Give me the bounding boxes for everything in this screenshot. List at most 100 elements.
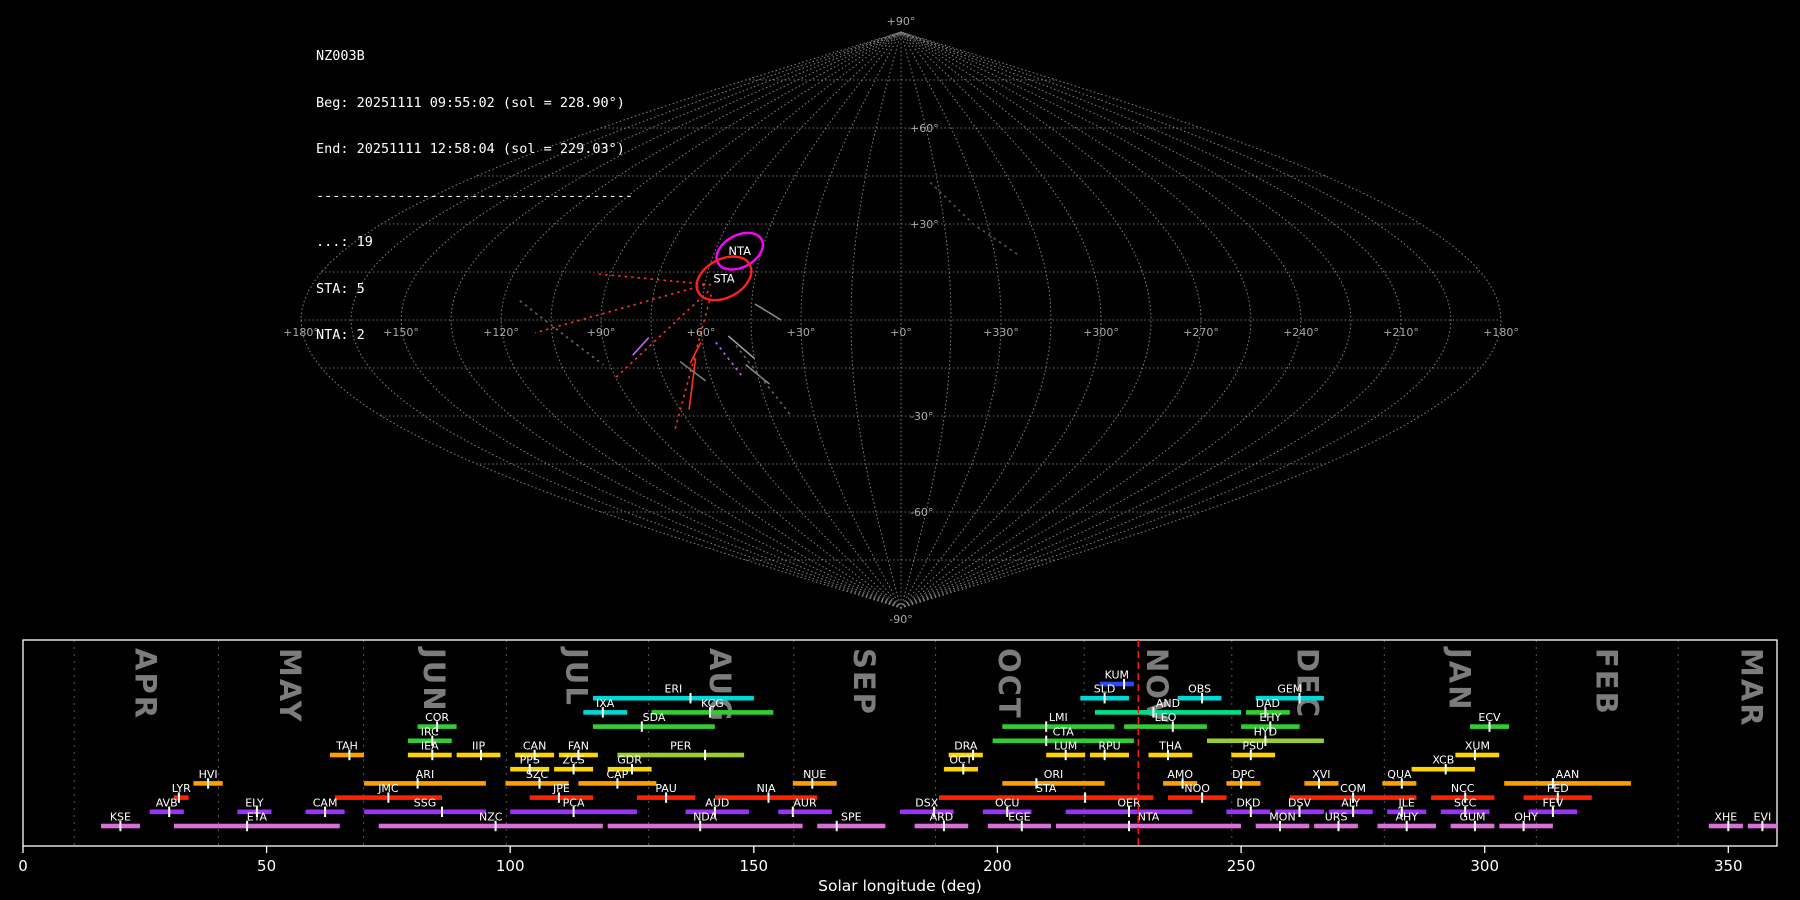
trail-line (727, 335, 755, 360)
obs-begin-line: Beg: 20251111 09:55:02 (sol = 228.90°) (316, 94, 625, 111)
x-tick-label: 150 (739, 857, 768, 875)
shower-DKD: DKD (1226, 796, 1271, 817)
shower-label: LYR (172, 782, 191, 795)
lon-label: +60° (687, 326, 716, 339)
shower-bar (1314, 823, 1358, 829)
lon-label: +240° (1283, 326, 1319, 339)
shower-label: DPC (1232, 768, 1255, 781)
shower-bar (792, 781, 837, 786)
shower-label: FAN (568, 740, 589, 753)
shower-label: NIA (757, 782, 776, 795)
peak-marker (441, 806, 443, 817)
x-tick-label: 250 (1227, 857, 1256, 875)
shower-bar (1090, 752, 1129, 758)
count-nta: NTA: 2 (316, 327, 365, 343)
shower-label: OCU (995, 796, 1019, 809)
month-label: MAY (273, 648, 307, 724)
lat-label: +60° (910, 122, 939, 135)
shower-label: IIP (472, 740, 485, 753)
peak-marker (689, 693, 692, 704)
shower-EVI: EVI (1747, 811, 1777, 832)
meteor-radiant-screen: NTA STA +90° -90° +180° +150° +120° +90° +60° +30… (0, 0, 1800, 900)
lon-label: +330° (983, 326, 1019, 339)
shower-bar (914, 823, 969, 829)
shower-bar (1055, 823, 1241, 829)
shower-bar (174, 823, 340, 829)
shower-label: QUA (1387, 768, 1412, 781)
shower-label: KUM (1105, 669, 1129, 682)
shower-label: COR (425, 711, 449, 724)
lat-label: -30° (910, 410, 933, 423)
shower-label: NUE (803, 768, 826, 781)
shower-label: GEM (1277, 683, 1302, 696)
shower-bar (364, 809, 486, 815)
x-tick-label: 300 (1470, 857, 1499, 875)
shower-TAH: TAH (329, 740, 364, 761)
shower-label: PER (670, 740, 692, 753)
month-label: SEP (847, 648, 881, 716)
trail-line (715, 341, 743, 377)
shower-label: ORI (1044, 768, 1064, 781)
shower-bar (407, 752, 452, 758)
shower-label: ETA (247, 811, 268, 824)
lat-label: -60° (910, 506, 933, 519)
shower-label: AND (1156, 697, 1180, 710)
shower-label: GUM (1459, 811, 1485, 824)
shower-label: PPS (520, 754, 540, 767)
shower-KSE: KSE (101, 811, 140, 832)
shower-label: DSV (1288, 796, 1311, 809)
count-sta: STA: 5 (316, 280, 365, 297)
lon-label: +30° (787, 326, 816, 339)
shower-bar (1382, 781, 1417, 786)
shower-label: AVB (156, 796, 178, 809)
lon-label: +180° (283, 326, 319, 339)
shower-label: DAD (1256, 697, 1280, 710)
radiant-nta: NTA (715, 231, 765, 271)
shower-label: NOO (1184, 782, 1210, 795)
month-label: JAN (1442, 646, 1476, 712)
lon-label: +0° (890, 326, 912, 339)
shower-bar (593, 724, 715, 729)
shower-label: SLD (1094, 683, 1116, 696)
shower-label: OBS (1188, 683, 1211, 696)
peak-marker (835, 820, 838, 832)
shower-label: AMO (1167, 768, 1193, 781)
shower-bar (329, 752, 364, 758)
shower-label: COM (1340, 782, 1366, 795)
shower-XUM: XUM (1455, 740, 1500, 761)
shower-label: PAU (655, 782, 677, 795)
shower-label: ECV (1478, 711, 1501, 724)
x-tick-label: 50 (257, 857, 276, 875)
shower-bar (651, 710, 774, 715)
shower-label: AUD (705, 796, 729, 809)
shower-bar (1124, 724, 1207, 729)
shower-HYD: HYD (1207, 725, 1324, 746)
shower-label: SDA (643, 711, 666, 724)
shower-bar (943, 766, 978, 772)
shower-bar (593, 695, 754, 701)
shower-label: RPU (1098, 740, 1120, 753)
shower-label: IEA (421, 740, 439, 753)
lon-label: +180° (1483, 326, 1519, 339)
x-tick-label: 200 (983, 857, 1012, 875)
timeline-panel: APR MAY JUN JUL AUG SEP OCT NOV DEC JAN FEB MARKUME… (18, 639, 1778, 895)
peak-marker (704, 749, 707, 761)
shower-label: KCG (701, 697, 724, 710)
shower-label: JLE (1398, 796, 1415, 809)
shower-PCA: PCA (510, 796, 637, 817)
shower-label: ARI (416, 768, 434, 781)
shower-THA: THA (1148, 740, 1193, 761)
shower-label: NZC (479, 811, 503, 824)
shower-bar (1231, 752, 1276, 758)
shower-label: XCB (1432, 754, 1454, 767)
shower-label: DSX (915, 796, 938, 809)
shower-label: JMC (377, 782, 399, 795)
shower-label: TAH (335, 740, 358, 753)
shower-label: CAM (313, 796, 338, 809)
shower-label: ELY (245, 796, 264, 809)
shower-label: CAP (606, 768, 628, 781)
lon-label: +300° (1083, 326, 1119, 339)
shower-XHE: XHE (1708, 811, 1743, 832)
shower-NUE: NUE (792, 768, 837, 789)
shower-label: URS (1325, 811, 1348, 824)
